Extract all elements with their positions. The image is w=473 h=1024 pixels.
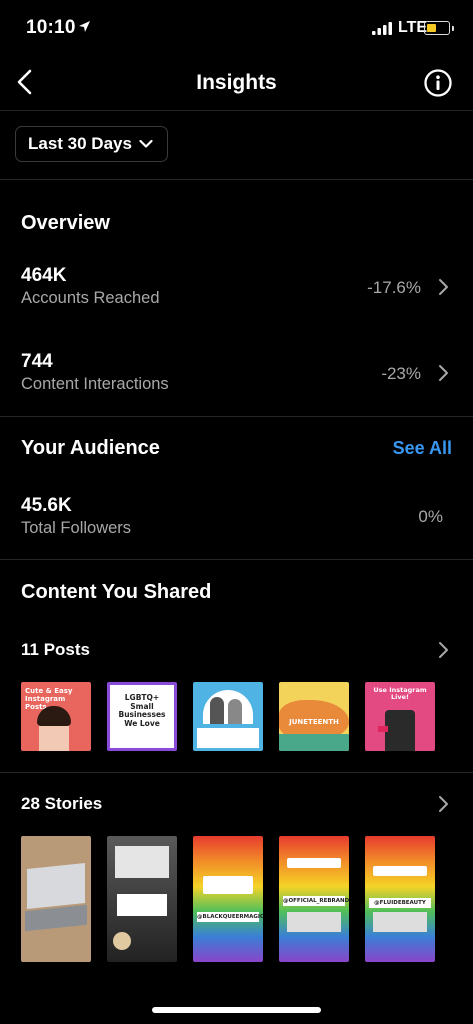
laptop-photo [27, 862, 85, 910]
person-photo [228, 699, 242, 724]
accounts-reached-label: Accounts Reached [21, 289, 160, 307]
post-thumbnail[interactable]: Cute & Easy Instagram Posts [21, 682, 91, 751]
story-caption: @BLACKQUEERMAGIC [197, 912, 263, 923]
status-bar: 10:10 LTE [0, 0, 473, 58]
content-interactions-label: Content Interactions [21, 375, 169, 393]
mention-sticker [373, 866, 427, 876]
chevron-right-icon[interactable] [437, 278, 449, 296]
divider [0, 416, 473, 417]
story-caption: @OFFICIAL_REBRAND [283, 896, 349, 907]
battery-icon [424, 21, 454, 35]
person-photo [210, 697, 224, 724]
post-caption: JUNETEENTH [289, 718, 339, 726]
post-thumbnail[interactable]: Use Instagram Live! [365, 682, 435, 751]
page-title: Insights [196, 71, 277, 94]
accounts-reached-value: 464K [21, 265, 67, 286]
posts-count: 11 Posts [21, 640, 90, 659]
status-time: 10:10 [26, 17, 76, 38]
accounts-reached-delta: -17.6% [367, 278, 421, 297]
post-caption: LGBTQ+ Small Businesses We Love [118, 693, 166, 728]
story-thumbnail[interactable] [107, 836, 177, 962]
sticker [113, 932, 131, 950]
content-shared-title: Content You Shared [21, 581, 212, 603]
date-range-dropdown[interactable]: Last 30 Days [15, 126, 168, 162]
post-thumbnail[interactable] [193, 682, 263, 751]
stories-count: 28 Stories [21, 794, 103, 813]
story-thumbnail[interactable]: @BLACKQUEERMAGIC [193, 836, 263, 962]
story-thumbnail[interactable]: @OFFICIAL_REBRAND [279, 836, 349, 962]
post-thumbnail[interactable]: JUNETEENTH [279, 682, 349, 751]
chevron-right-icon[interactable] [437, 641, 449, 659]
photo-strip [373, 912, 427, 932]
your-audience-title: Your Audience [21, 437, 160, 459]
home-indicator [152, 1007, 321, 1013]
post-thumbnail[interactable]: LGBTQ+ Small Businesses We Love [107, 682, 177, 751]
post-caption: Use Instagram Live! [373, 686, 427, 702]
link-sticker [203, 876, 253, 894]
chevron-right-icon[interactable] [437, 364, 449, 382]
total-followers-delta: 0% [418, 507, 443, 526]
see-all-link[interactable]: See All [393, 438, 452, 459]
network-type: LTE [398, 19, 428, 36]
content-interactions-value: 744 [21, 351, 53, 372]
content-interactions-delta: -23% [381, 364, 421, 383]
info-circle-icon[interactable] [423, 68, 453, 98]
location-arrow-icon [79, 21, 90, 32]
text-card [197, 728, 259, 748]
chevron-right-icon[interactable] [437, 795, 449, 813]
divider [0, 559, 473, 560]
overview-title: Overview [21, 212, 110, 234]
nav-bar: Insights [0, 58, 473, 111]
divider [0, 772, 473, 773]
story-thumbnail[interactable] [21, 836, 91, 962]
total-followers-label: Total Followers [21, 519, 132, 537]
screenshot-card [115, 846, 169, 878]
posts-thumbnails: Cute & Easy Instagram Posts LGBTQ+ Small… [21, 682, 435, 751]
chevron-down-icon [139, 139, 153, 148]
cellular-signal-icon [372, 22, 392, 35]
photo-strip [287, 912, 341, 932]
story-thumbnail[interactable]: @FLUIDEBEAUTY [365, 836, 435, 962]
battery-level [427, 24, 436, 32]
date-range-label: Last 30 Days [28, 134, 132, 153]
text-card [117, 894, 167, 916]
keyboard-photo [25, 904, 87, 932]
total-followers-value: 45.6K [21, 495, 72, 516]
divider [0, 179, 473, 180]
phone-mockup [385, 710, 415, 751]
stories-thumbnails: @BLACKQUEERMAGIC @OFFICIAL_REBRAND @FLUI… [21, 836, 435, 962]
shape-green [279, 734, 349, 751]
live-badge [378, 726, 388, 732]
story-caption: @FLUIDEBEAUTY [369, 898, 431, 909]
mention-sticker [287, 858, 341, 868]
battery-nub [452, 26, 454, 31]
